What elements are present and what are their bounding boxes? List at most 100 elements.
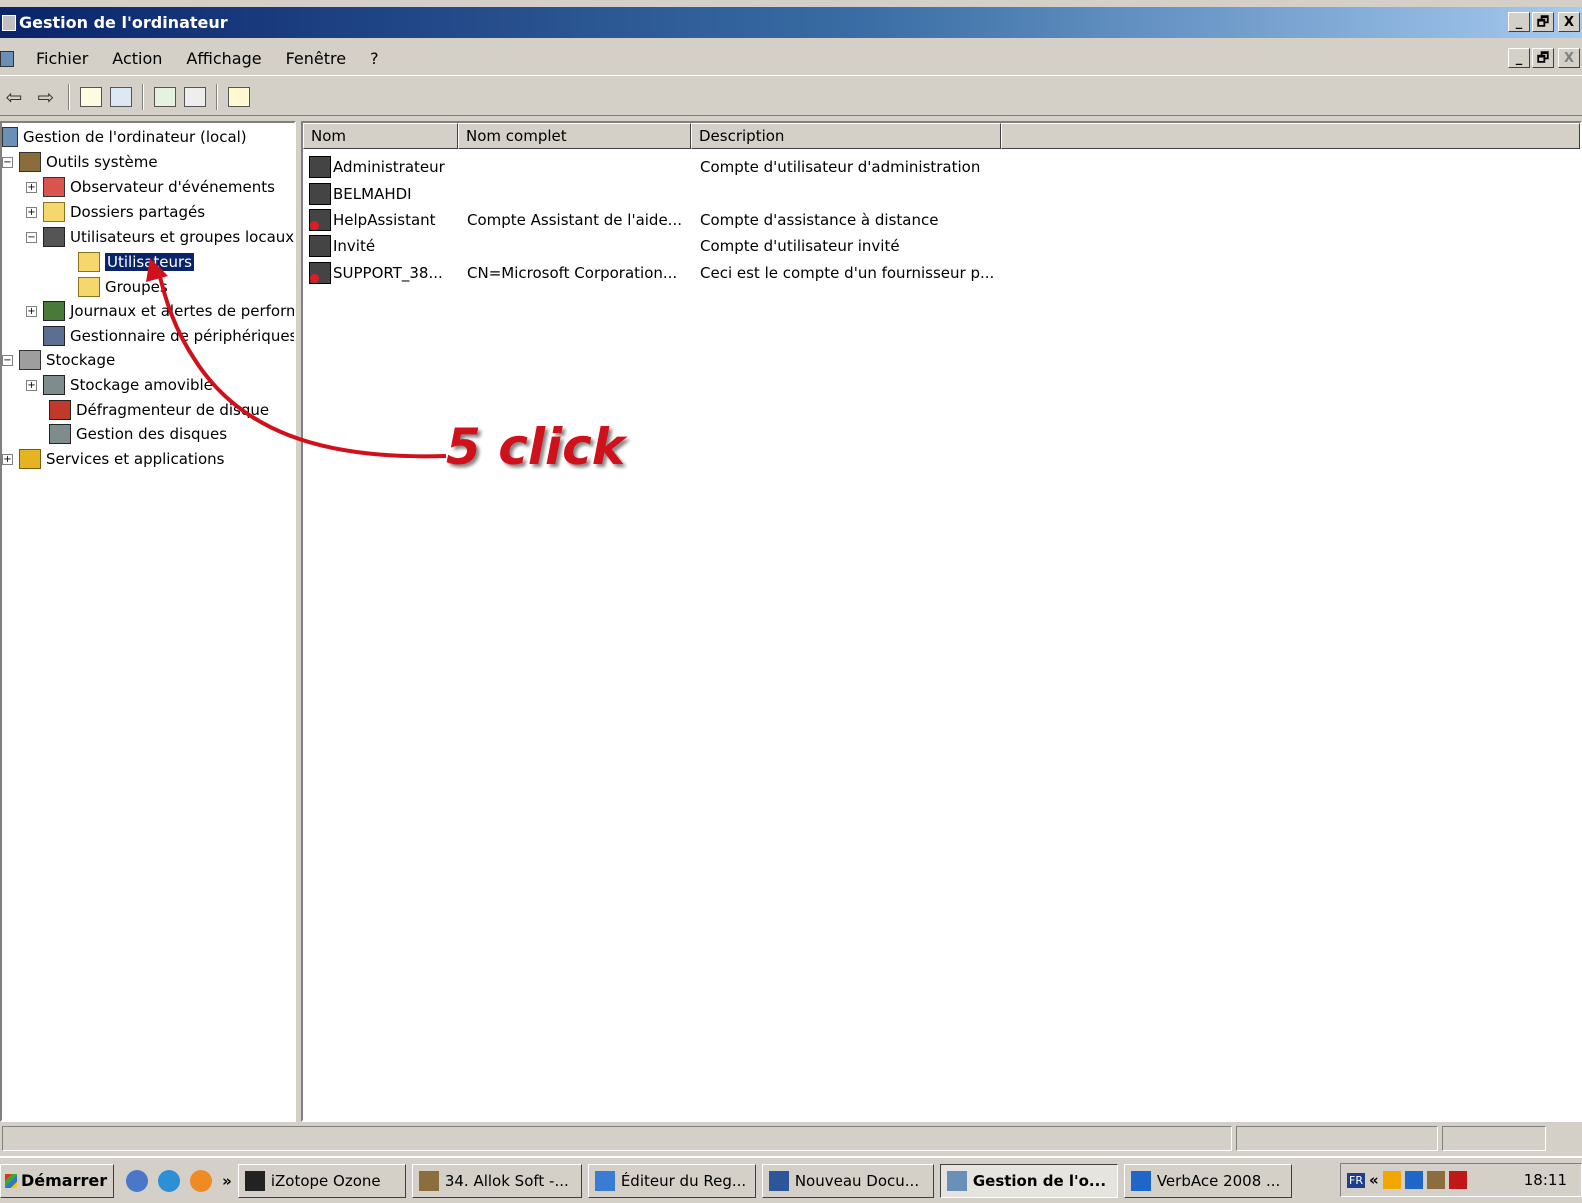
child-maximize-button[interactable]: 🗗: [1532, 48, 1554, 68]
tree-label: Dossiers partagés: [70, 203, 206, 221]
internet-explorer-icon[interactable]: [158, 1169, 181, 1192]
removable-storage-icon: [43, 375, 65, 395]
tree-node-observateur[interactable]: + Observateur d'événements: [26, 175, 275, 199]
tree-node-utilisateurs-groupes[interactable]: − Utilisateurs et groupes locaux: [26, 225, 294, 249]
expand-icon[interactable]: +: [26, 181, 37, 193]
cell-description: Compte d'utilisateur invité: [700, 237, 900, 255]
menu-affichage[interactable]: Affichage: [174, 49, 273, 68]
tree-node-journaux[interactable]: + Journaux et alertes de performance: [26, 299, 294, 323]
quick-launch-more[interactable]: »: [222, 1172, 232, 1190]
network-icon[interactable]: [1382, 1171, 1401, 1189]
izotope-icon: [244, 1170, 265, 1191]
tree-node-groupes[interactable]: Groupes: [78, 275, 168, 299]
expand-icon[interactable]: +: [26, 379, 37, 391]
tree-node-stockage[interactable]: − Stockage: [2, 348, 115, 372]
task-word-document[interactable]: Nouveau Docu...: [761, 1163, 934, 1198]
folder-open-icon: [78, 252, 100, 272]
start-button[interactable]: Démarrer: [0, 1163, 115, 1198]
document-window-icon[interactable]: [0, 50, 14, 67]
menu-fenetre[interactable]: Fenêtre: [274, 49, 359, 68]
tree-node-defragmenteur[interactable]: Défragmenteur de disque: [49, 398, 269, 422]
pencil-tray-icon[interactable]: [1426, 1171, 1445, 1189]
tree-node-gestion-disques[interactable]: Gestion des disques: [49, 422, 227, 446]
table-row[interactable]: BELMAHDI: [303, 181, 700, 207]
disabled-user-icon: [309, 209, 331, 231]
up-level-icon[interactable]: [78, 84, 104, 110]
user-icon: [309, 183, 331, 205]
user-icon: [309, 235, 331, 257]
word-document-icon: [768, 1170, 789, 1191]
user-icon: [309, 156, 331, 178]
tree-label: Services et applications: [46, 450, 225, 468]
details-list[interactable]: Nom Nom complet Description Administrate…: [301, 121, 1582, 1122]
language-indicator[interactable]: FR: [1347, 1172, 1365, 1188]
tree-label: Utilisateurs et groupes locaux: [70, 228, 295, 246]
refresh-icon[interactable]: [152, 84, 178, 110]
child-minimize-button[interactable]: _: [1508, 48, 1530, 68]
column-header-nom[interactable]: Nom: [303, 123, 458, 149]
table-row[interactable]: Invité Compte d'utilisateur invité: [303, 233, 900, 259]
task-label: iZotope Ozone: [270, 1171, 381, 1190]
computer-management-icon: [2, 14, 16, 31]
tree-root[interactable]: Gestion de l'ordinateur (local): [2, 125, 247, 149]
menu-help[interactable]: ?: [358, 49, 391, 68]
column-header-description[interactable]: Description: [691, 123, 1001, 149]
child-close-button[interactable]: X: [1558, 48, 1580, 68]
tree-node-gestionnaire[interactable]: Gestionnaire de périphériques: [43, 324, 294, 348]
column-header-empty: [1001, 123, 1580, 149]
defragmenter-icon: [49, 400, 71, 420]
task-computer-management[interactable]: Gestion de l'o...: [939, 1163, 1118, 1198]
event-viewer-icon: [43, 177, 65, 197]
task-registry-editor[interactable]: Éditeur du Reg...: [587, 1163, 756, 1198]
clock[interactable]: 18:11: [1524, 1171, 1567, 1189]
export-list-icon[interactable]: [182, 84, 208, 110]
show-desktop-icon[interactable]: [126, 1169, 149, 1192]
quick-launch: »: [126, 1169, 232, 1192]
tree-node-stockage-amovible[interactable]: + Stockage amovible: [26, 373, 213, 397]
tree-node-services[interactable]: + Services et applications: [2, 447, 224, 471]
tree-node-dossiers[interactable]: + Dossiers partagés: [26, 200, 205, 224]
task-label: Nouveau Docu...: [794, 1171, 920, 1190]
task-izotope[interactable]: iZotope Ozone: [237, 1163, 406, 1198]
menu-action[interactable]: Action: [100, 49, 174, 68]
expand-icon[interactable]: +: [26, 206, 37, 218]
table-row[interactable]: SUPPORT_38... CN=Microsoft Corporation..…: [303, 260, 994, 286]
folder-icon: [78, 277, 100, 297]
minimize-button[interactable]: _: [1508, 12, 1530, 32]
forward-arrow-icon[interactable]: ⇨: [32, 84, 60, 110]
task-verbace[interactable]: VerbAce 2008 ...: [1123, 1163, 1292, 1198]
menu-fichier[interactable]: Fichier: [24, 49, 100, 68]
tree-node-outils-systeme[interactable]: − Outils système: [2, 150, 158, 174]
collapse-icon[interactable]: −: [26, 231, 37, 243]
cell-name: BELMAHDI: [333, 185, 412, 203]
maximize-button[interactable]: 🗗: [1532, 12, 1554, 32]
help-icon[interactable]: [226, 84, 252, 110]
collapse-icon[interactable]: −: [2, 156, 13, 168]
security-tray-icon[interactable]: [1448, 1171, 1467, 1189]
firefox-icon[interactable]: [190, 1169, 213, 1192]
column-header-nom-complet[interactable]: Nom complet: [458, 123, 691, 149]
console-tree[interactable]: Gestion de l'ordinateur (local) − Outils…: [0, 121, 296, 1122]
verbace-tray-icon[interactable]: [1404, 1171, 1423, 1189]
tray-expand-icon[interactable]: «: [1369, 1171, 1379, 1189]
tree-node-utilisateurs[interactable]: Utilisateurs: [78, 250, 195, 274]
tree-label: Stockage: [46, 351, 116, 369]
expand-icon[interactable]: +: [2, 453, 13, 465]
computer-management-icon: [946, 1170, 967, 1191]
table-row[interactable]: HelpAssistant Compte Assistant de l'aide…: [303, 207, 938, 233]
tree-label: Outils système: [46, 153, 158, 171]
collapse-icon[interactable]: −: [2, 354, 13, 366]
show-hide-tree-icon[interactable]: [108, 84, 134, 110]
task-allok[interactable]: 34. Allok Soft -...: [411, 1163, 582, 1198]
device-manager-icon: [43, 326, 65, 346]
cell-full-name: Compte Assistant de l'aide...: [467, 211, 682, 229]
status-cell-2: [1236, 1126, 1438, 1151]
tree-label-selected: Utilisateurs: [104, 252, 195, 272]
cell-name: HelpAssistant: [333, 211, 436, 229]
expand-icon[interactable]: +: [26, 305, 37, 317]
child-window-controls: _ 🗗 X: [1508, 48, 1580, 68]
back-arrow-icon[interactable]: ⇦: [0, 84, 28, 110]
close-button[interactable]: X: [1558, 12, 1580, 32]
window-title-bar[interactable]: Gestion de l'ordinateur _ 🗗 X: [0, 7, 1582, 38]
table-row[interactable]: Administrateur Compte d'utilisateur d'ad…: [303, 154, 980, 180]
